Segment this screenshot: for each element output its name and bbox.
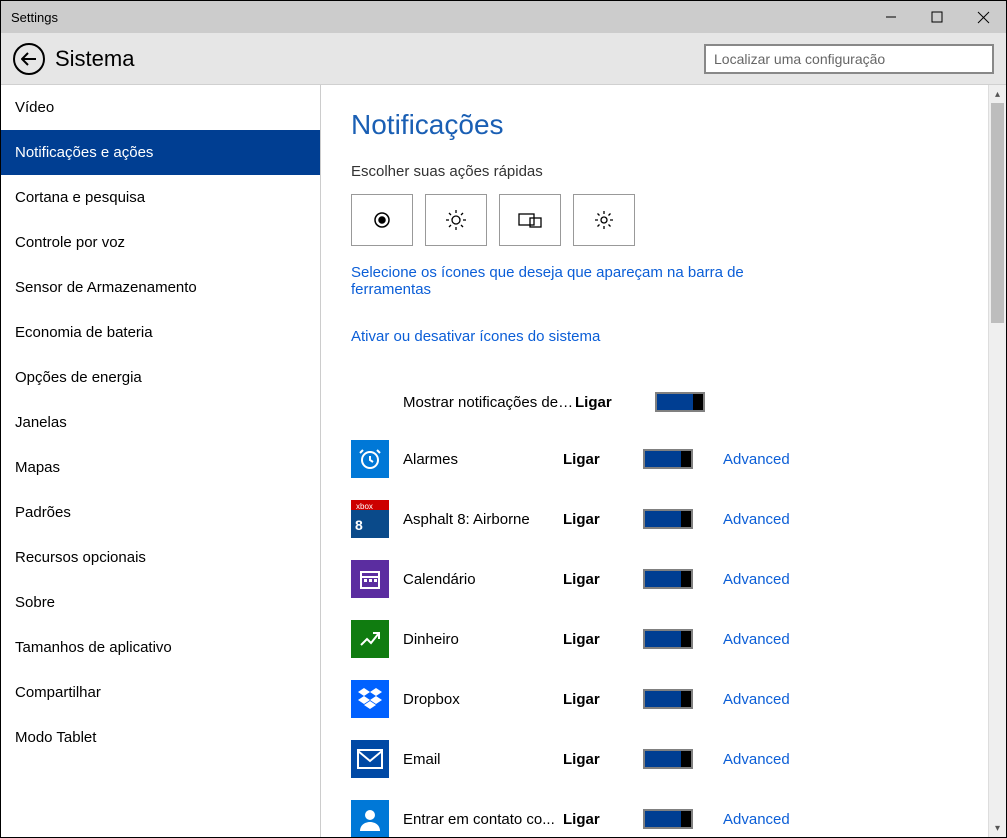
app-name: Calendário bbox=[403, 571, 563, 588]
header: Sistema Localizar uma configuração bbox=[1, 33, 1006, 85]
money-icon bbox=[351, 620, 389, 658]
quick-action-settings[interactable] bbox=[573, 194, 635, 246]
advanced-link[interactable]: Advanced bbox=[723, 811, 790, 828]
mail-icon bbox=[351, 740, 389, 778]
app-row-5: EmailLigar Advanced bbox=[351, 729, 976, 789]
app-status: Ligar bbox=[563, 511, 643, 528]
sidebar-item-6[interactable]: Opções de energia bbox=[1, 355, 320, 400]
dropbox-icon bbox=[351, 680, 389, 718]
sidebar-item-4[interactable]: Sensor de Armazenamento bbox=[1, 265, 320, 310]
contact-icon bbox=[351, 800, 389, 837]
app-row-3: DinheiroLigar Advanced bbox=[351, 609, 976, 669]
app-toggle[interactable] bbox=[643, 749, 693, 769]
master-status: Ligar bbox=[575, 394, 655, 411]
location-icon bbox=[372, 210, 392, 230]
app-name: Email bbox=[403, 751, 563, 768]
app-status: Ligar bbox=[563, 811, 643, 828]
advanced-link[interactable]: Advanced bbox=[723, 511, 790, 528]
app-row-1: xbox 8 Asphalt 8: AirborneLigar Advanced bbox=[351, 489, 976, 549]
sidebar-item-10[interactable]: Recursos opcionais bbox=[1, 535, 320, 580]
app-row-4: DropboxLigar Advanced bbox=[351, 669, 976, 729]
scrollbar-thumb[interactable] bbox=[991, 103, 1004, 323]
window-title: Settings bbox=[11, 10, 58, 25]
back-button[interactable] bbox=[13, 43, 45, 75]
quick-actions bbox=[351, 194, 976, 246]
app-toggle[interactable] bbox=[643, 509, 693, 529]
master-toggle[interactable] bbox=[655, 392, 705, 412]
display-icon bbox=[518, 211, 542, 229]
app-row-0: AlarmesLigar Advanced bbox=[351, 429, 976, 489]
app-notifications-master-row: Mostrar notificações de apl... Ligar bbox=[351, 375, 976, 429]
app-name: Dropbox bbox=[403, 691, 563, 708]
app-name: Alarmes bbox=[403, 451, 563, 468]
app-status: Ligar bbox=[563, 451, 643, 468]
app-toggle[interactable] bbox=[643, 569, 693, 589]
app-name: Entrar em contato co... bbox=[403, 811, 563, 828]
link-toggle-system-icons[interactable]: Ativar ou desativar ícones do sistema bbox=[351, 328, 771, 345]
quick-action-brightness[interactable] bbox=[425, 194, 487, 246]
sidebar-item-5[interactable]: Economia de bateria bbox=[1, 310, 320, 355]
svg-text:xbox: xbox bbox=[356, 502, 373, 511]
quick-action-display[interactable] bbox=[499, 194, 561, 246]
app-toggle[interactable] bbox=[643, 449, 693, 469]
sidebar: VídeoNotificações e açõesCortana e pesqu… bbox=[1, 85, 321, 837]
close-button[interactable] bbox=[960, 1, 1006, 33]
advanced-link[interactable]: Advanced bbox=[723, 691, 790, 708]
alarm-icon bbox=[351, 440, 389, 478]
app-toggle[interactable] bbox=[643, 629, 693, 649]
advanced-link[interactable]: Advanced bbox=[723, 451, 790, 468]
sidebar-item-1[interactable]: Notificações e ações bbox=[1, 130, 320, 175]
scrollbar[interactable]: ▴ ▾ bbox=[988, 85, 1006, 837]
advanced-link[interactable]: Advanced bbox=[723, 571, 790, 588]
quick-actions-label: Escolher suas ações rápidas bbox=[351, 163, 976, 180]
search-input[interactable]: Localizar uma configuração bbox=[704, 44, 994, 74]
sidebar-item-3[interactable]: Controle por voz bbox=[1, 220, 320, 265]
sidebar-item-9[interactable]: Padrões bbox=[1, 490, 320, 535]
app-toggle[interactable] bbox=[643, 689, 693, 709]
maximize-button[interactable] bbox=[914, 1, 960, 33]
sidebar-item-14[interactable]: Modo Tablet bbox=[1, 715, 320, 760]
app-name: Asphalt 8: Airborne bbox=[403, 511, 563, 528]
search-placeholder: Localizar uma configuração bbox=[714, 51, 885, 67]
svg-text:8: 8 bbox=[355, 517, 363, 533]
page-title: Sistema bbox=[55, 46, 134, 72]
settings-gear-icon bbox=[594, 210, 614, 230]
advanced-link[interactable]: Advanced bbox=[723, 751, 790, 768]
content-heading: Notificações bbox=[351, 109, 976, 141]
app-toggle[interactable] bbox=[643, 809, 693, 829]
master-label: Mostrar notificações de apl... bbox=[403, 394, 575, 411]
scroll-up-icon[interactable]: ▴ bbox=[989, 85, 1006, 103]
app-row-6: Entrar em contato co...Ligar Advanced bbox=[351, 789, 976, 837]
app-name: Dinheiro bbox=[403, 631, 563, 648]
app-status: Ligar bbox=[563, 751, 643, 768]
sidebar-item-2[interactable]: Cortana e pesquisa bbox=[1, 175, 320, 220]
minimize-button[interactable] bbox=[868, 1, 914, 33]
link-select-icons[interactable]: Selecione os ícones que deseja que apare… bbox=[351, 264, 771, 298]
content: Notificações Escolher suas ações rápidas bbox=[321, 85, 1006, 837]
sidebar-item-0[interactable]: Vídeo bbox=[1, 85, 320, 130]
app-status: Ligar bbox=[563, 571, 643, 588]
app-status: Ligar bbox=[563, 631, 643, 648]
advanced-link[interactable]: Advanced bbox=[723, 631, 790, 648]
app-row-2: CalendárioLigar Advanced bbox=[351, 549, 976, 609]
app-status: Ligar bbox=[563, 691, 643, 708]
scroll-down-icon[interactable]: ▾ bbox=[989, 819, 1006, 837]
asphalt-icon: xbox 8 bbox=[351, 500, 389, 538]
calendar-icon bbox=[351, 560, 389, 598]
quick-action-location[interactable] bbox=[351, 194, 413, 246]
sidebar-item-12[interactable]: Tamanhos de aplicativo bbox=[1, 625, 320, 670]
sidebar-item-11[interactable]: Sobre bbox=[1, 580, 320, 625]
sidebar-item-8[interactable]: Mapas bbox=[1, 445, 320, 490]
sidebar-item-7[interactable]: Janelas bbox=[1, 400, 320, 445]
sidebar-item-13[interactable]: Compartilhar bbox=[1, 670, 320, 715]
titlebar: Settings bbox=[1, 1, 1006, 33]
brightness-icon bbox=[445, 209, 467, 231]
